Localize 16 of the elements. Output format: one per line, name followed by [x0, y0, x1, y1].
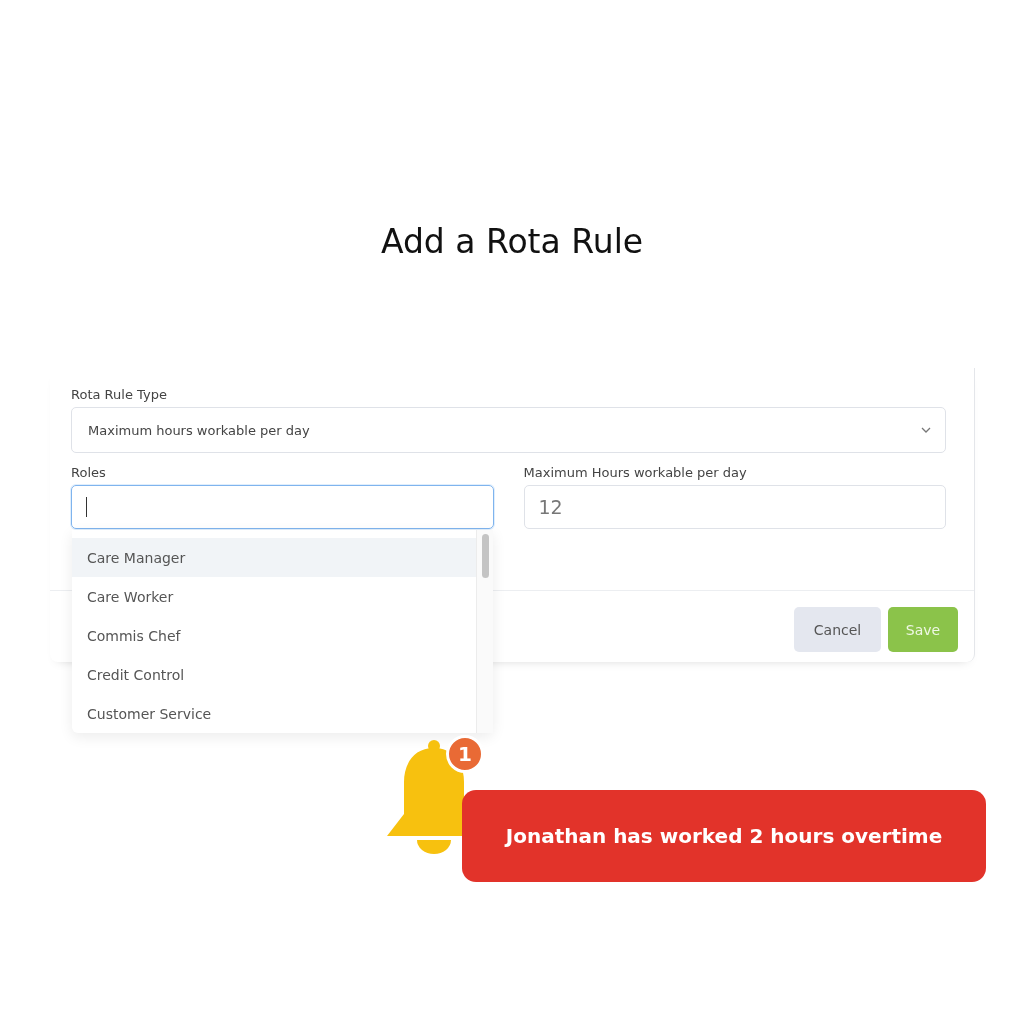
chevron-down-icon — [921, 427, 931, 433]
dropdown-option[interactable]: Care Manager — [72, 538, 476, 577]
dropdown-option[interactable]: Credit Control — [72, 655, 476, 694]
rule-type-select[interactable]: Maximum hours workable per day — [71, 407, 946, 453]
roles-input[interactable] — [71, 485, 494, 529]
field-label: Roles — [71, 465, 107, 480]
page-title: Add a Rota Rule — [379, 221, 645, 261]
dropdown-option[interactable]: Commis Chef — [72, 616, 476, 655]
dropdown-option[interactable]: Customer Service — [72, 694, 476, 733]
notification-toast: Jonathan has worked 2 hours overtime — [462, 790, 986, 882]
notification-badge: 1 — [446, 735, 484, 773]
cancel-button[interactable]: Cancel — [794, 607, 881, 652]
field-label: Rota Rule Type — [71, 387, 168, 402]
field-label: Maximum Hours workable per day — [523, 465, 748, 480]
dropdown-option[interactable]: Care Worker — [72, 577, 476, 616]
hours-input[interactable]: 12 — [523, 485, 946, 529]
